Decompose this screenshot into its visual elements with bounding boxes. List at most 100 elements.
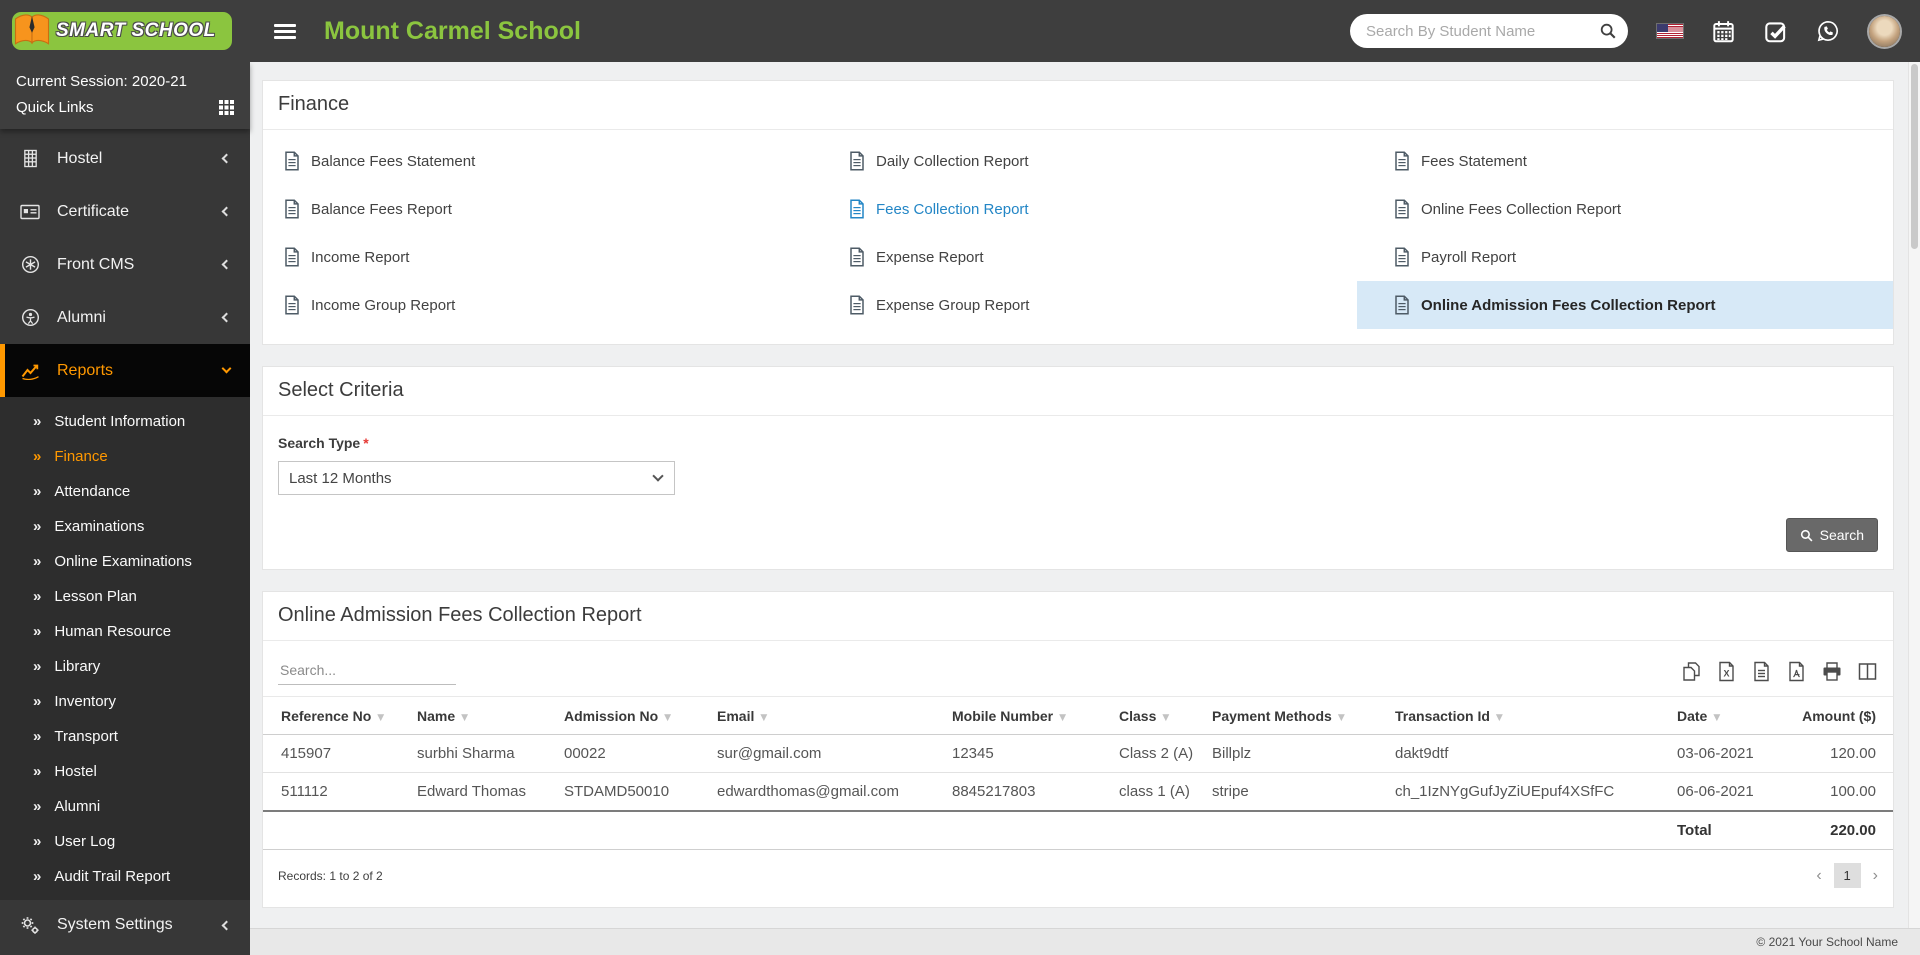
col-email[interactable]: Email ▼	[709, 696, 944, 735]
link-expense-report[interactable]: Expense Report	[828, 233, 1373, 281]
link-payroll-report[interactable]: Payroll Report	[1373, 233, 1893, 281]
whatsapp-icon[interactable]	[1816, 19, 1840, 43]
pdf-export-icon[interactable]	[1786, 661, 1807, 682]
submenu-audit-trail-report[interactable]: » Audit Trail Report	[0, 859, 250, 894]
finance-link-label: Online Fees Collection Report	[1421, 200, 1622, 218]
finance-link-label: Daily Collection Report	[876, 152, 1029, 170]
hamburger-menu-icon[interactable]	[274, 23, 296, 39]
sidebar-item-certificate[interactable]: Certificate	[0, 185, 250, 238]
select-criteria-title: Select Criteria	[263, 367, 1893, 416]
double-arrow-icon: »	[33, 833, 42, 850]
search-type-select[interactable]: Last 12 Months	[278, 461, 675, 495]
column-visibility-icon[interactable]	[1857, 661, 1878, 682]
submenu-online-examinations[interactable]: » Online Examinations	[0, 544, 250, 579]
top-bar: SMART SCHOOL Mount Carmel School	[0, 0, 1920, 62]
sidebar-item-reports[interactable]: Reports	[0, 344, 250, 397]
submenu-transport[interactable]: » Transport	[0, 719, 250, 754]
sidebar-menu: Hostel Certificate Front CMS Alumni Repo…	[0, 129, 250, 950]
quick-links-grid-icon[interactable]	[219, 100, 234, 115]
document-icon	[849, 247, 865, 267]
document-icon	[1394, 199, 1410, 219]
table-row[interactable]: 415907 surbhi Sharma 00022 sur@gmail.com…	[263, 734, 1893, 773]
finance-link-label: Income Group Report	[311, 296, 456, 314]
col-mobile-number[interactable]: Mobile Number ▼	[944, 696, 1111, 735]
link-daily-collection-report[interactable]: Daily Collection Report	[828, 137, 1373, 185]
col-admission-no[interactable]: Admission No ▼	[556, 696, 709, 735]
sidebar-item-hostel[interactable]: Hostel	[0, 132, 250, 185]
double-arrow-icon: »	[33, 728, 42, 745]
sidebar-item-alumni[interactable]: Alumni	[0, 291, 250, 344]
language-us-flag-icon[interactable]	[1657, 24, 1683, 38]
book-icon	[10, 8, 54, 52]
table-header-row: Reference No ▼ Name ▼ Admission No ▼ Email ▼…	[263, 696, 1893, 735]
submenu-library[interactable]: » Library	[0, 649, 250, 684]
link-balance-fees-report[interactable]: Balance Fees Report	[263, 185, 828, 233]
pagination-prev-icon[interactable]: ‹	[1816, 867, 1821, 885]
pagination-page-1[interactable]: 1	[1833, 863, 1861, 888]
sort-icon: ▼	[1162, 713, 1170, 723]
col-reference-no[interactable]: Reference No ▼	[263, 696, 409, 735]
double-arrow-icon: »	[33, 868, 42, 885]
link-fees-statement[interactable]: Fees Statement	[1373, 137, 1893, 185]
link-online-fees-collection-report[interactable]: Online Fees Collection Report	[1373, 185, 1893, 233]
search-button[interactable]: Search	[1785, 518, 1878, 552]
submenu-human-resource[interactable]: » Human Resource	[0, 614, 250, 649]
document-icon	[1394, 295, 1410, 315]
logo-area: SMART SCHOOL	[0, 12, 250, 50]
submenu-hostel[interactable]: » Hostel	[0, 754, 250, 789]
sidebar-item-system-settings[interactable]: System Settings	[0, 900, 250, 950]
search-icon[interactable]	[1599, 22, 1617, 40]
link-balance-fees-statement[interactable]: Balance Fees Statement	[263, 137, 828, 185]
document-icon	[284, 151, 300, 171]
double-arrow-icon: »	[33, 693, 42, 710]
col-payment-methods[interactable]: Payment Methods ▼	[1204, 696, 1387, 735]
app-logo[interactable]: SMART SCHOOL	[12, 12, 232, 50]
pagination-next-icon[interactable]: ›	[1873, 867, 1878, 885]
copy-icon[interactable]	[1681, 661, 1702, 682]
chevron-left-icon	[221, 206, 232, 217]
submenu-label: Finance	[54, 448, 108, 465]
finance-link-label: Income Report	[311, 248, 410, 266]
col-amount[interactable]: Amount ($)	[1791, 696, 1893, 735]
link-income-group-report[interactable]: Income Group Report	[263, 281, 828, 329]
submenu-label: Online Examinations	[54, 553, 192, 570]
csv-export-icon[interactable]	[1751, 661, 1772, 682]
submenu-alumni[interactable]: » Alumni	[0, 789, 250, 824]
col-date[interactable]: Date ▼	[1669, 696, 1791, 735]
chevron-down-icon	[221, 363, 232, 374]
submenu-attendance[interactable]: » Attendance	[0, 474, 250, 509]
col-name[interactable]: Name ▼	[409, 696, 556, 735]
table-search-input[interactable]	[278, 658, 456, 685]
sidebar-item-front-cms[interactable]: Front CMS	[0, 238, 250, 291]
sort-icon: ▼	[1337, 713, 1345, 723]
print-icon[interactable]	[1821, 661, 1843, 682]
col-class[interactable]: Class ▼	[1111, 696, 1204, 735]
scrollbar-thumb[interactable]	[1911, 64, 1918, 249]
finance-link-label: Online Admission Fees Collection Report	[1421, 296, 1716, 314]
vertical-scrollbar[interactable]	[1908, 62, 1920, 928]
chevron-left-icon	[221, 312, 232, 323]
excel-export-icon[interactable]: X	[1716, 661, 1737, 682]
link-income-report[interactable]: Income Report	[263, 233, 828, 281]
user-avatar[interactable]	[1869, 15, 1900, 47]
table-row[interactable]: 511112 Edward Thomas STDAMD50010 edwardt…	[263, 772, 1893, 812]
calendar-icon[interactable]	[1712, 20, 1735, 43]
link-expense-group-report[interactable]: Expense Group Report	[828, 281, 1373, 329]
submenu-finance[interactable]: » Finance	[0, 439, 250, 474]
student-search-input[interactable]	[1366, 22, 1599, 40]
submenu-user-log[interactable]: » User Log	[0, 824, 250, 859]
session-block: Current Session: 2020-21 Quick Links	[0, 62, 250, 129]
sidebar-item-label: Alumni	[57, 308, 106, 326]
submenu-examinations[interactable]: » Examinations	[0, 509, 250, 544]
document-icon	[1394, 247, 1410, 267]
submenu-lesson-plan[interactable]: » Lesson Plan	[0, 579, 250, 614]
sidebar-item-label: Front CMS	[57, 255, 135, 273]
col-transaction-id[interactable]: Transaction Id ▼	[1387, 696, 1669, 735]
reports-chart-icon	[20, 362, 40, 380]
select-criteria-card: Select Criteria Search Type * Last 12 Mon…	[262, 366, 1894, 570]
tasks-check-icon[interactable]	[1764, 20, 1787, 43]
link-online-admission-fees-collection-report[interactable]: Online Admission Fees Collection Report	[1357, 281, 1893, 329]
link-fees-collection-report[interactable]: Fees Collection Report	[828, 185, 1373, 233]
submenu-student-information[interactable]: » Student Information	[0, 404, 250, 439]
submenu-inventory[interactable]: » Inventory	[0, 684, 250, 719]
